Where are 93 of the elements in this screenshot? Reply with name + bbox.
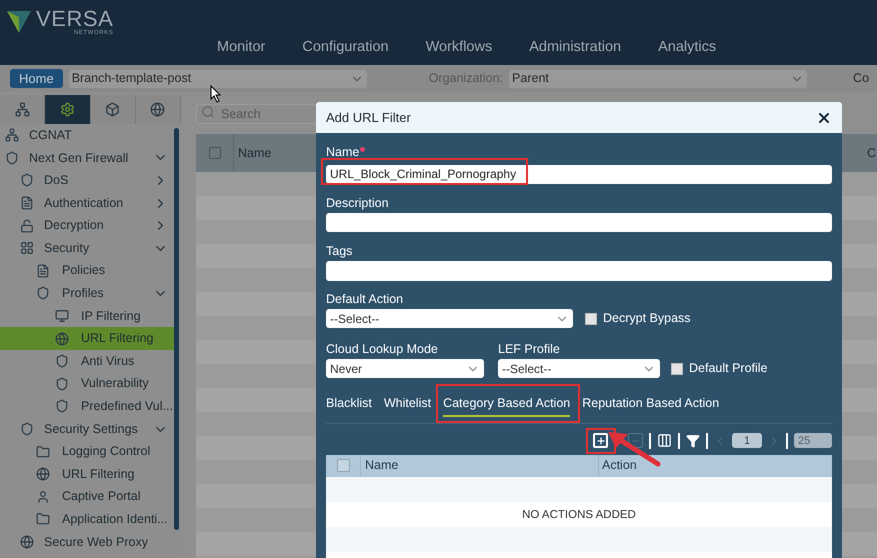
- organization-dropdown[interactable]: Parent: [509, 70, 808, 88]
- tree-item[interactable]: Security: [0, 236, 174, 260]
- logo-text: VERSA: [36, 8, 114, 30]
- tree-item-icon: [20, 173, 34, 188]
- page-size-field[interactable]: 25: [794, 433, 832, 448]
- nav-link[interactable]: Monitor: [217, 37, 266, 59]
- tree-item[interactable]: Application Identi...: [0, 508, 174, 531]
- checkbox-label: Default Profile: [689, 360, 768, 378]
- tree-item-icon: [36, 444, 50, 459]
- tree-item[interactable]: Anti Virus: [0, 350, 174, 373]
- sidebar-tab[interactable]: [45, 95, 90, 124]
- nav-link[interactable]: Configuration: [302, 37, 389, 59]
- remove-button[interactable]: [628, 433, 643, 448]
- tree-item[interactable]: Authentication: [0, 192, 174, 214]
- sidebar-tab[interactable]: [90, 95, 136, 124]
- description-input[interactable]: [326, 213, 832, 232]
- tree-item[interactable]: CGNAT: [0, 124, 174, 147]
- checkbox[interactable]: [585, 312, 597, 324]
- checkbox[interactable]: [208, 147, 220, 159]
- tree-item-icon: [5, 128, 19, 142]
- field-label: LEF Profile: [498, 342, 561, 357]
- tree-item-icon: [36, 286, 50, 300]
- tree-item[interactable]: Vulnerability: [0, 372, 174, 396]
- tree-item[interactable]: Security Settings: [0, 418, 174, 440]
- tree-item[interactable]: Predefined Vul...: [0, 395, 174, 418]
- add-button[interactable]: [593, 433, 608, 448]
- tree-item-icon: [20, 422, 34, 436]
- tree-item-icon: [20, 241, 34, 256]
- tree-item[interactable]: Profiles: [0, 282, 174, 305]
- lef-profile-select[interactable]: --Select--: [498, 359, 660, 378]
- columns-icon[interactable]: [657, 433, 672, 448]
- tree-item[interactable]: Decryption: [0, 214, 174, 237]
- network-icon: [14, 102, 30, 117]
- tree-item[interactable]: Policies: [0, 260, 174, 282]
- tree-item[interactable]: Next Gen Firewall: [0, 146, 174, 170]
- globe-icon: [150, 102, 166, 117]
- tree-item[interactable]: Logging Control: [0, 440, 174, 463]
- name-input[interactable]: URL_Block_Criminal_Pornography: [326, 164, 832, 184]
- page-field[interactable]: 1: [732, 433, 762, 448]
- tab[interactable]: Category Based Action: [443, 394, 570, 417]
- field-label: Cloud Lookup Mode: [326, 342, 439, 357]
- default-action-select[interactable]: --Select--: [326, 309, 573, 328]
- sidebar-tab[interactable]: [0, 95, 46, 124]
- template-dropdown[interactable]: Branch-template-post: [68, 70, 367, 88]
- tree-item-icon: [36, 264, 50, 278]
- tree-item[interactable]: Secure Web Proxy: [0, 530, 174, 554]
- tree-item[interactable]: URL Filtering: [0, 327, 174, 350]
- tree-item[interactable]: IP Filtering: [0, 304, 174, 328]
- field-label: Name: [326, 145, 360, 160]
- tree-item-icon: [55, 354, 69, 368]
- mouse-cursor-icon: [210, 85, 222, 103]
- filter-icon[interactable]: [686, 434, 700, 448]
- tree-item-icon: [5, 150, 19, 165]
- column-header[interactable]: Name: [238, 144, 272, 162]
- tree-item-icon: [55, 309, 69, 324]
- plus-icon: [596, 436, 606, 446]
- tree-item-icon: [36, 512, 50, 526]
- scrollbar[interactable]: [174, 128, 179, 530]
- nav-link[interactable]: Analytics: [658, 37, 716, 59]
- cube-icon: [105, 102, 120, 117]
- home-button[interactable]: Home: [10, 69, 63, 88]
- tree-item-icon: [55, 376, 69, 391]
- sidebar-tab[interactable]: [136, 95, 181, 124]
- checkbox-label: Decrypt Bypass: [603, 310, 691, 328]
- field-label: Default Action: [326, 292, 404, 307]
- nav-link[interactable]: Workflows: [426, 37, 492, 59]
- tags-input[interactable]: [326, 261, 832, 281]
- checkbox[interactable]: [671, 362, 683, 374]
- search-icon: [201, 105, 215, 119]
- cloud-lookup-select[interactable]: Never: [326, 359, 484, 378]
- checkbox[interactable]: [336, 459, 350, 472]
- tree-item-icon: [55, 332, 69, 346]
- tree-item-icon: [36, 467, 50, 482]
- tree-item-icon: [20, 218, 34, 233]
- field-label: Tags: [326, 244, 354, 259]
- context-label: Co: [853, 70, 870, 88]
- tab[interactable]: Reputation Based Action: [582, 394, 720, 417]
- field-label: Description: [326, 196, 390, 211]
- empty-message: NO ACTIONS ADDED: [522, 508, 636, 523]
- nav-link[interactable]: Administration: [529, 37, 622, 59]
- gear-icon: [60, 102, 75, 117]
- tree-item[interactable]: DoS: [0, 169, 174, 192]
- column-header[interactable]: C: [866, 144, 876, 162]
- tab[interactable]: Blacklist: [326, 394, 372, 417]
- tab[interactable]: Whitelist: [384, 394, 432, 417]
- tree-item-icon: [36, 490, 50, 504]
- tree-item[interactable]: URL Filtering: [0, 462, 174, 486]
- logo-icon: [6, 9, 32, 35]
- tree-item-icon: [20, 196, 34, 210]
- tree-item-icon: [55, 399, 69, 414]
- tree-item[interactable]: Captive Portal: [0, 486, 174, 508]
- column-header[interactable]: Action: [599, 456, 637, 476]
- tree-item-icon: [20, 534, 34, 549]
